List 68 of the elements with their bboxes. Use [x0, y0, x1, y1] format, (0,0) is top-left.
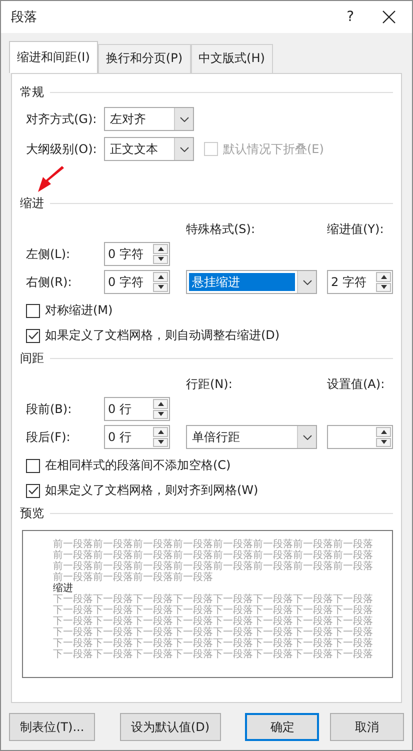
dropdown-button[interactable]: [174, 108, 193, 130]
field-label: 段后(F):: [26, 428, 72, 446]
field-label: 对齐方式(G):: [26, 110, 98, 128]
spin-down-button[interactable]: [376, 438, 391, 447]
spin-down-button[interactable]: [153, 282, 168, 292]
tab[interactable]: 中文版式(H): [190, 44, 273, 73]
spin-field[interactable]: 0 字符: [104, 242, 170, 266]
chevron-down-icon: [302, 434, 312, 440]
spin-up-button[interactable]: [376, 427, 391, 436]
spin-down-button[interactable]: [153, 438, 168, 447]
tab[interactable]: 换行和分页(P): [98, 44, 191, 73]
checkbox[interactable]: [26, 304, 40, 318]
spin-up-button[interactable]: [153, 399, 168, 408]
section-heading: 缩进: [20, 195, 44, 212]
dropdown-button[interactable]: [297, 426, 316, 448]
preview-text: 下一段落下一段落下一段落下一段落下一段落下一段落下一段落下一段落下一段落下一段落下一段落下一段落下一段落下一段落下一段落下一段落下一段落下一段落下一段落下一段落下一段落下一段落下一段落下一段落下一段落下一段落下一段落下一段落下一段落下一段落下一段落下一段落下一段落下一段落下一段落下一段落下一段落下一段落下一段落下一段落下一段落下一段落下一段落下一段落下一段落下一段落下一段落下一段落: [53, 594, 374, 660]
checkbox-label: 如果定义了文档网格，则自动调整右缩进(D): [45, 327, 280, 344]
spin-down-button[interactable]: [153, 410, 168, 419]
field-label: 特殊格式(S):: [185, 220, 256, 238]
dropdown[interactable]: 正文文本: [104, 137, 194, 161]
spin-field[interactable]: 0 行: [104, 425, 170, 449]
field-label: 段前(B):: [26, 400, 73, 418]
checkbox-label: 默认情况下折叠(E): [223, 140, 324, 158]
dropdown-button[interactable]: [297, 271, 316, 293]
checkbox-label: 如果定义了文档网格，则对齐到网格(W): [45, 482, 258, 499]
dialog-button[interactable]: 设为默认值(D): [120, 713, 220, 741]
spin-up-button[interactable]: [376, 272, 391, 282]
chevron-down-icon: [180, 146, 188, 152]
chevron-down-icon: [180, 116, 188, 122]
spin-down-button[interactable]: [376, 282, 391, 292]
spin-field[interactable]: [327, 425, 393, 449]
section-heading: 常规: [20, 84, 44, 101]
checkbox-label: 对称缩进(M): [45, 302, 113, 319]
field-label: 左侧(L):: [26, 246, 72, 262]
help-button[interactable]: ?: [346, 9, 354, 25]
field-label: 缩进值(Y):: [327, 220, 385, 238]
dialog-button[interactable]: 制表位(T)...: [9, 713, 96, 741]
dropdown-button[interactable]: [174, 138, 193, 160]
section-heading: 预览: [20, 505, 44, 522]
spin-up-button[interactable]: [153, 272, 168, 282]
checkbox[interactable]: [26, 328, 40, 342]
spin-field[interactable]: 0 字符: [104, 270, 170, 294]
dialog-button[interactable]: 取消: [330, 713, 404, 741]
section-heading: 间距: [20, 350, 44, 367]
spin-field[interactable]: 2 字符: [327, 270, 393, 294]
tab[interactable]: 缩进和间距(I): [9, 41, 98, 73]
dialog-button[interactable]: 确定: [245, 713, 320, 741]
preview-text: 缩进: [53, 583, 73, 594]
field-label: 右侧(R):: [26, 274, 73, 290]
dropdown[interactable]: 左对齐: [104, 107, 194, 131]
arrow-icon: [36, 166, 66, 194]
field-label: 行距(N):: [185, 376, 234, 392]
dropdown[interactable]: 悬挂缩进: [186, 270, 317, 294]
field-label: 大纲级别(O):: [26, 140, 98, 158]
checkbox-label: 在相同样式的段落间不添加空格(C): [45, 457, 231, 474]
field-label: 设置值(A):: [327, 376, 386, 392]
checkbox[interactable]: [26, 484, 40, 498]
spin-field[interactable]: 0 行: [104, 397, 170, 421]
dropdown[interactable]: 单倍行距: [186, 425, 317, 449]
dropdown-value: 悬挂缩进: [189, 273, 295, 291]
spin-up-button[interactable]: [153, 427, 168, 436]
chevron-down-icon: [302, 280, 312, 284]
window-title: 段落: [11, 9, 38, 26]
close-icon[interactable]: [382, 10, 396, 24]
spin-down-button[interactable]: [153, 254, 168, 264]
checkbox[interactable]: [26, 458, 40, 472]
spin-up-button[interactable]: [153, 244, 168, 254]
preview-text: 前一段落前一段落前一段落前一段落前一段落前一段落前一段落前一段落前一段落前一段落前一段落前一段落前一段落前一段落前一段落前一段落前一段落前一段落前一段落前一段落前一段落前一段落前一段落前一段落前一段落前一段落前一段落前一段落: [53, 539, 374, 583]
